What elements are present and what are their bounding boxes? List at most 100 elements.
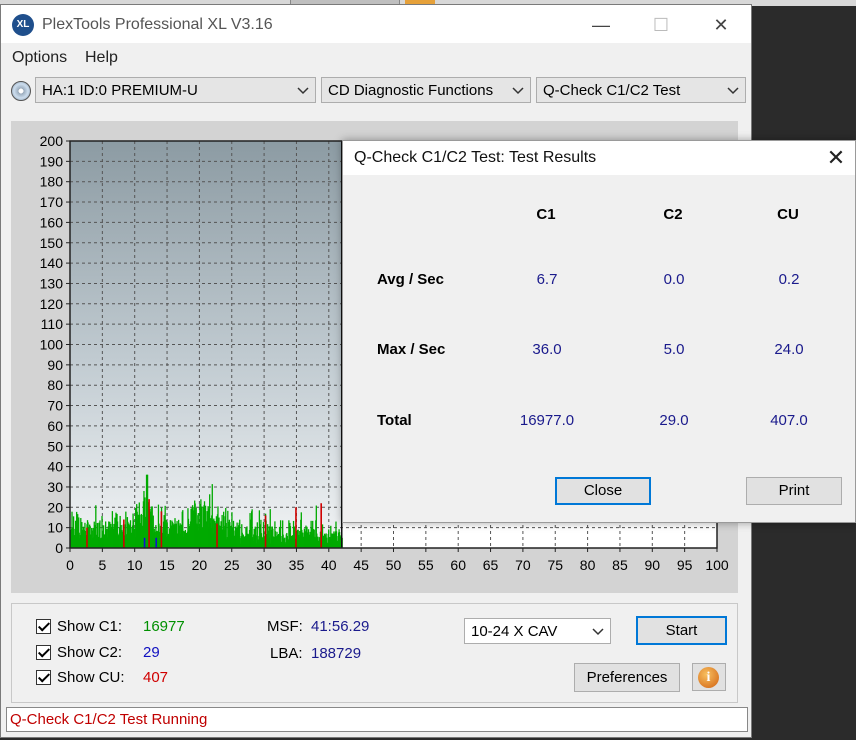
- minimize-icon[interactable]: —: [581, 11, 621, 39]
- x-tick-label: 65: [483, 557, 499, 573]
- cu-bar: [320, 503, 322, 548]
- test-select[interactable]: Q-Check C1/C2 Test: [536, 77, 746, 103]
- total-cu: 407.0: [770, 412, 808, 429]
- drive-select-value: HA:1 ID:0 PREMIUM-U: [42, 82, 198, 99]
- x-tick-label: 40: [321, 557, 337, 573]
- y-tick-label: 0: [55, 540, 63, 556]
- menu-bar: Options Help: [1, 45, 751, 69]
- toolbar: HA:1 ID:0 PREMIUM-U CD Diagnostic Functi…: [1, 75, 751, 107]
- c2-bar: [155, 537, 158, 548]
- cu-bar: [216, 523, 218, 548]
- cu-bar: [160, 511, 163, 548]
- y-tick-label: 10: [47, 520, 63, 536]
- window-title: PlexTools Professional XL V3.16: [42, 16, 273, 33]
- col-header-cu: CU: [777, 206, 799, 223]
- dialog-close-icon[interactable]: ✕: [821, 144, 851, 172]
- total-c2: 29.0: [659, 412, 689, 429]
- menu-help[interactable]: Help: [85, 49, 118, 67]
- dialog-title-bar: Q-Check C1/C2 Test: Test Results ✕: [343, 141, 855, 175]
- y-tick-label: 80: [47, 377, 63, 393]
- test-select-value: Q-Check C1/C2 Test: [543, 82, 681, 99]
- maximize-icon[interactable]: ☐: [641, 11, 681, 39]
- y-tick-label: 120: [40, 296, 64, 312]
- x-tick-label: 55: [418, 557, 434, 573]
- show-cu-label: Show CU:: [57, 669, 125, 686]
- show-c2-checkbox[interactable]: [36, 645, 51, 660]
- col-header-c1: C1: [536, 206, 556, 223]
- y-tick-label: 50: [47, 438, 63, 454]
- speed-select[interactable]: 10-24 X CAV: [464, 618, 611, 644]
- drive-select[interactable]: HA:1 ID:0 PREMIUM-U: [35, 77, 316, 103]
- avg-c1: 6.7: [536, 271, 558, 288]
- x-tick-label: 90: [645, 557, 661, 573]
- x-tick-label: 80: [580, 557, 596, 573]
- function-select[interactable]: CD Diagnostic Functions: [321, 77, 531, 103]
- cu-bar: [264, 515, 267, 548]
- show-c2-label: Show C2:: [57, 644, 123, 661]
- row-label-max: Max / Sec: [377, 341, 446, 358]
- x-tick-label: 20: [192, 557, 208, 573]
- y-tick-label: 180: [40, 174, 64, 190]
- y-tick-label: 150: [40, 235, 64, 251]
- disc-icon: [11, 81, 31, 101]
- cu-bar: [123, 519, 125, 548]
- info-button[interactable]: i: [692, 663, 726, 691]
- x-tick-label: 75: [547, 557, 563, 573]
- status-bar: Q-Check C1/C2 Test Running: [6, 707, 748, 732]
- lba-value: 188729: [311, 645, 362, 662]
- total-c1: 16977.0: [519, 412, 575, 429]
- x-tick-label: 0: [66, 557, 74, 573]
- cu-bar: [86, 527, 88, 548]
- row-label-total: Total: [377, 412, 412, 429]
- chevron-down-icon: [512, 87, 524, 95]
- row-label-avg: Avg / Sec: [377, 271, 444, 288]
- cu-count: 407: [143, 669, 169, 686]
- y-tick-label: 200: [40, 133, 64, 149]
- avg-c2: 0.0: [663, 271, 685, 288]
- x-tick-label: 35: [289, 557, 305, 573]
- max-cu: 24.0: [774, 341, 804, 358]
- x-tick-label: 30: [256, 557, 272, 573]
- x-tick-label: 70: [515, 557, 531, 573]
- preferences-button[interactable]: Preferences: [574, 663, 680, 692]
- y-tick-label: 100: [40, 337, 64, 353]
- y-tick-label: 30: [47, 479, 63, 495]
- y-tick-label: 110: [41, 316, 64, 332]
- max-c2: 5.0: [663, 341, 685, 358]
- bottom-panel: Show C1: 16977 Show C2: 29 Show CU: 407 …: [11, 603, 738, 703]
- chevron-down-icon: [297, 87, 309, 95]
- info-icon: i: [698, 667, 719, 688]
- y-tick-label: 40: [47, 459, 63, 475]
- dialog-close-button[interactable]: Close: [555, 477, 651, 505]
- cu-bar: [148, 499, 150, 548]
- y-tick-label: 20: [47, 499, 63, 515]
- test-results-dialog: Q-Check C1/C2 Test: Test Results ✕ C1 C2…: [342, 140, 856, 523]
- start-button[interactable]: Start: [636, 616, 727, 645]
- chevron-down-icon: [727, 87, 739, 95]
- function-select-value: CD Diagnostic Functions: [328, 82, 494, 99]
- c1-count: 16977: [143, 618, 185, 635]
- y-tick-label: 140: [40, 255, 64, 271]
- print-button[interactable]: Print: [746, 477, 842, 505]
- x-tick-label: 25: [224, 557, 240, 573]
- show-cu-checkbox[interactable]: [36, 670, 51, 685]
- c2-count: 29: [143, 644, 160, 661]
- close-icon[interactable]: ✕: [701, 11, 741, 39]
- show-c1-label: Show C1:: [57, 618, 123, 635]
- col-header-c2: C2: [663, 206, 683, 223]
- c2-bar: [143, 537, 146, 548]
- msf-value: 41:56.29: [311, 618, 370, 635]
- x-tick-label: 60: [450, 557, 466, 573]
- title-bar: XL PlexTools Professional XL V3.16 — ☐ ✕: [1, 5, 751, 43]
- x-tick-label: 45: [353, 557, 369, 573]
- y-tick-label: 90: [47, 357, 63, 373]
- menu-options[interactable]: Options: [12, 49, 67, 67]
- x-tick-label: 50: [386, 557, 402, 573]
- y-tick-label: 160: [40, 214, 64, 230]
- y-tick-label: 170: [40, 194, 64, 210]
- y-tick-label: 70: [47, 398, 63, 414]
- cu-bar: [295, 507, 297, 548]
- y-tick-label: 190: [40, 153, 64, 169]
- x-tick-label: 15: [159, 557, 175, 573]
- show-c1-checkbox[interactable]: [36, 619, 51, 634]
